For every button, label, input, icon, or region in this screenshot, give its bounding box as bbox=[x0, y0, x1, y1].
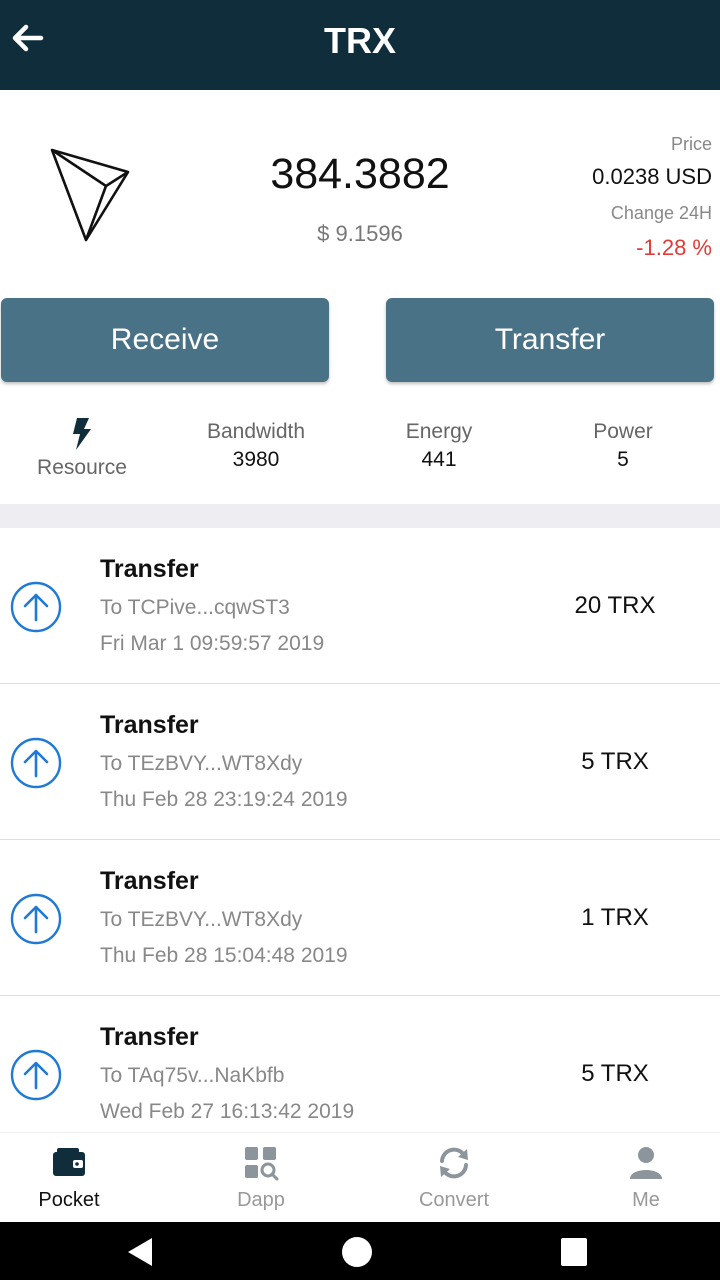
system-nav-bar bbox=[0, 1222, 720, 1280]
transaction-row[interactable]: Transfer To TAq75v...NaKbfb Wed Feb 27 1… bbox=[0, 996, 720, 1132]
arrow-up-circle-icon bbox=[10, 1049, 62, 1101]
transaction-date: Wed Feb 27 16:13:42 2019 bbox=[100, 1100, 355, 1123]
bandwidth-value: 3980 bbox=[232, 448, 280, 471]
transaction-list[interactable]: Transfer To TCPive...cqwST3 Fri Mar 1 09… bbox=[0, 528, 720, 1132]
convert-arrows-icon bbox=[440, 1147, 468, 1179]
transaction-row[interactable]: Transfer To TCPive...cqwST3 Fri Mar 1 09… bbox=[0, 528, 720, 684]
energy-stat: Energy 441 bbox=[369, 420, 509, 472]
balance-summary: 384.3882 $ 9.1596 Price 0.0238 USD Chang… bbox=[0, 90, 720, 290]
page-title: TRX bbox=[324, 20, 396, 61]
resource-button[interactable]: Resource bbox=[20, 418, 144, 480]
transaction-recipient: To TEzBVY...WT8Xdy bbox=[100, 752, 303, 775]
nav-label: Dapp bbox=[237, 1189, 285, 1211]
power-label: Power bbox=[593, 420, 653, 443]
price-label: Price bbox=[670, 134, 712, 154]
transaction-recipient: To TEzBVY...WT8Xdy bbox=[100, 908, 303, 931]
dapp-grid-icon bbox=[245, 1147, 279, 1181]
bottom-nav: Pocket Dapp Convert Me bbox=[0, 1132, 720, 1222]
transaction-type: Transfer bbox=[100, 1023, 199, 1051]
balance-amount: 384.3882 bbox=[270, 150, 450, 198]
circle-home-icon[interactable] bbox=[341, 1236, 373, 1268]
nav-label: Me bbox=[632, 1189, 660, 1211]
transaction-row[interactable]: Transfer To TEzBVY...WT8Xdy Thu Feb 28 2… bbox=[0, 684, 720, 840]
app-bar: TRX bbox=[0, 0, 720, 90]
wallet-icon bbox=[53, 1148, 85, 1176]
section-divider bbox=[0, 504, 720, 528]
arrow-up-circle-icon bbox=[10, 581, 62, 633]
person-icon bbox=[630, 1147, 662, 1179]
price-value: 0.0238 USD bbox=[592, 164, 712, 189]
change-value: -1.28 % bbox=[636, 235, 712, 260]
transaction-date: Fri Mar 1 09:59:57 2019 bbox=[100, 632, 325, 655]
tron-logo-icon bbox=[50, 148, 130, 242]
transfer-button[interactable]: Transfer bbox=[386, 298, 714, 382]
resource-label: Resource bbox=[37, 456, 127, 479]
nav-label: Convert bbox=[418, 1189, 490, 1211]
nav-label: Pocket bbox=[38, 1189, 100, 1211]
receive-button[interactable]: Receive bbox=[1, 298, 329, 382]
nav-item-convert[interactable]: Convert bbox=[364, 1133, 544, 1223]
transaction-date: Thu Feb 28 23:19:24 2019 bbox=[100, 788, 348, 811]
power-value: 5 bbox=[617, 448, 629, 471]
transaction-row[interactable]: Transfer To TEzBVY...WT8Xdy Thu Feb 28 1… bbox=[0, 840, 720, 996]
change-label: Change 24H bbox=[610, 203, 712, 223]
transaction-type: Transfer bbox=[100, 711, 199, 739]
energy-value: 441 bbox=[421, 448, 457, 471]
triangle-back-icon[interactable] bbox=[124, 1236, 156, 1268]
energy-label: Energy bbox=[405, 420, 473, 443]
transaction-amount: 5 TRX bbox=[581, 1060, 649, 1087]
transaction-type: Transfer bbox=[100, 555, 199, 583]
bandwidth-label: Bandwidth bbox=[206, 420, 306, 443]
fiat-value: $ 9.1596 bbox=[317, 221, 403, 246]
arrow-up-circle-icon bbox=[10, 893, 62, 945]
transaction-type: Transfer bbox=[100, 867, 199, 895]
transaction-amount: 1 TRX bbox=[581, 904, 649, 931]
resources-row: Resource Bandwidth 3980 Energy 441 Power… bbox=[0, 400, 720, 504]
transaction-recipient: To TCPive...cqwST3 bbox=[100, 596, 290, 619]
nav-item-dapp[interactable]: Dapp bbox=[171, 1133, 351, 1223]
nav-item-pocket[interactable]: Pocket bbox=[0, 1133, 159, 1223]
nav-item-me[interactable]: Me bbox=[556, 1133, 720, 1223]
square-recents-icon[interactable] bbox=[560, 1236, 588, 1268]
transaction-amount: 5 TRX bbox=[581, 748, 649, 775]
arrow-up-circle-icon bbox=[10, 737, 62, 789]
transaction-date: Thu Feb 28 15:04:48 2019 bbox=[100, 944, 348, 967]
power-stat: Power 5 bbox=[553, 420, 693, 472]
transaction-recipient: To TAq75v...NaKbfb bbox=[100, 1064, 285, 1087]
bandwidth-stat: Bandwidth 3980 bbox=[186, 420, 326, 472]
lightning-bolt-icon bbox=[73, 418, 91, 450]
transaction-amount: 20 TRX bbox=[574, 592, 656, 619]
